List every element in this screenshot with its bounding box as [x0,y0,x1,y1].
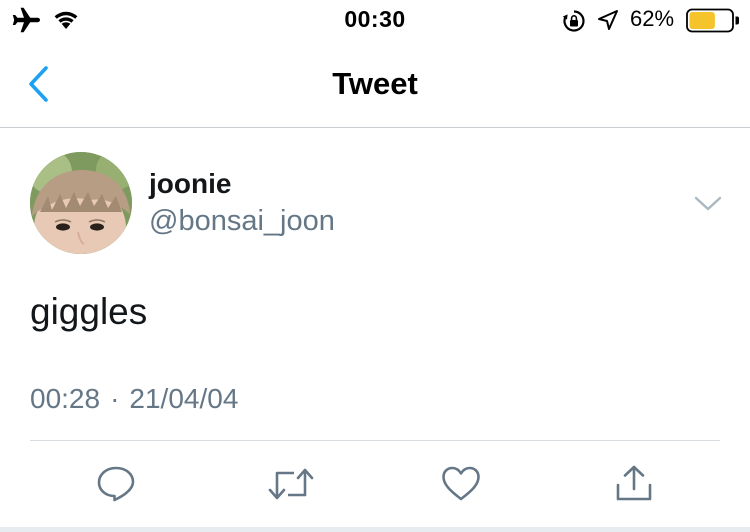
tweet-text: giggles [30,291,148,332]
more-options-button[interactable] [690,186,726,222]
battery-percent: 62% [630,6,675,31]
share-button[interactable] [613,463,655,505]
reply-icon [97,466,135,502]
display-name[interactable]: joonie [149,168,231,200]
location-icon [597,9,619,36]
heart-icon [442,466,480,501]
retweet-icon [268,468,314,500]
status-bar: 00:30 62% [0,0,750,40]
tweet-detail-screen: 00:30 62% Tweet joonie @bonsai_joon gigg… [0,0,750,532]
battery-icon [686,8,740,39]
meta-separator: · [110,383,120,414]
navigation-bar: Tweet [0,40,750,128]
bottom-divider [0,527,750,532]
share-icon [616,465,652,501]
tweet-timestamp: 00:28 · 21/04/04 [30,383,238,415]
user-handle[interactable]: @bonsai_joon [149,205,335,238]
tweet-date: 21/04/04 [129,383,239,414]
page-title: Tweet [332,66,418,101]
orientation-lock-icon [562,9,586,38]
retweet-button[interactable] [267,463,315,505]
divider [30,440,720,441]
reply-button[interactable] [95,463,137,505]
chevron-down-icon [694,196,722,211]
tweet-time: 00:28 [30,383,101,414]
like-button[interactable] [440,463,482,505]
avatar[interactable] [30,152,132,254]
